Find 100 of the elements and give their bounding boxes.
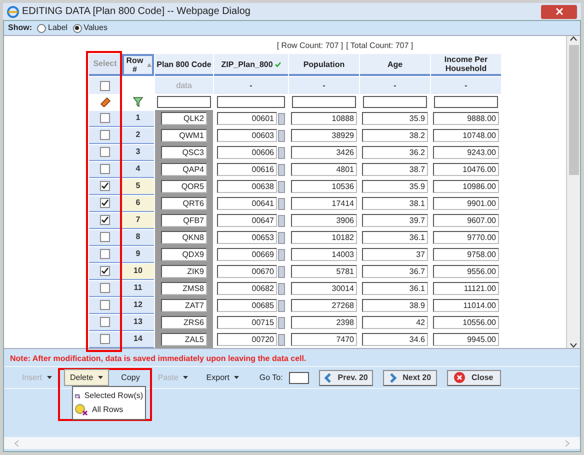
scroll-up-icon[interactable] [570, 36, 577, 41]
code-field[interactable]: QDX9 [161, 248, 207, 261]
code-field[interactable]: ZAL5 [161, 333, 207, 346]
zip-field[interactable]: 00669 [217, 248, 277, 261]
scroll-left-icon[interactable] [14, 440, 19, 446]
column-header[interactable]: Age [360, 54, 430, 76]
population-field[interactable]: 7470 [291, 333, 357, 346]
checkbox[interactable] [100, 300, 110, 310]
income-field[interactable]: 11121.00 [433, 282, 499, 295]
nav-button[interactable]: Close [446, 370, 501, 386]
spinner-icon[interactable] [278, 316, 285, 328]
zip-field[interactable]: 00616 [217, 163, 277, 176]
column-header[interactable]: Population [289, 54, 359, 76]
income-field[interactable]: 10986.00 [433, 180, 499, 193]
checkbox[interactable] [100, 181, 110, 191]
income-field[interactable]: 9243.00 [433, 146, 499, 159]
code-field[interactable]: QRT6 [161, 197, 207, 210]
population-field[interactable]: 5781 [291, 265, 357, 278]
nav-button[interactable]: Next 20 [382, 370, 437, 386]
spinner-icon[interactable] [278, 248, 285, 260]
age-field[interactable]: 38.9 [362, 299, 428, 312]
income-field[interactable]: 9607.00 [433, 214, 499, 227]
filter-input[interactable] [216, 96, 286, 108]
column-header[interactable]: ZIP_Plan_800 [214, 54, 288, 76]
spinner-icon[interactable] [278, 180, 285, 192]
column-header[interactable]: Income Per Household [431, 54, 501, 76]
checkbox[interactable] [100, 317, 110, 327]
toolbar-menu-button[interactable]: Copy [115, 369, 146, 386]
code-field[interactable]: QFB7 [161, 214, 207, 227]
age-field[interactable]: 35.9 [362, 180, 428, 193]
checkbox[interactable] [100, 266, 110, 276]
income-field[interactable]: 9888.00 [433, 112, 499, 125]
zip-field[interactable]: 00638 [217, 180, 277, 193]
spinner-icon[interactable] [278, 300, 285, 312]
nav-button[interactable]: Prev. 20 [318, 370, 373, 386]
population-field[interactable]: 14003 [291, 248, 357, 261]
checkbox[interactable] [100, 147, 110, 157]
zip-field[interactable]: 00685 [217, 299, 277, 312]
menu-item[interactable]: All Rows [73, 403, 146, 417]
age-field[interactable]: 36.7 [362, 265, 428, 278]
filter-input[interactable] [434, 96, 498, 108]
population-field[interactable]: 4801 [291, 163, 357, 176]
population-field[interactable]: 38929 [291, 129, 357, 142]
code-field[interactable]: QKN8 [161, 231, 207, 244]
toolbar-menu-button[interactable]: Export [200, 369, 246, 386]
scroll-thumb[interactable] [568, 45, 578, 175]
spinner-icon[interactable] [278, 112, 285, 124]
age-field[interactable]: 37 [362, 248, 428, 261]
population-field[interactable]: 17414 [291, 197, 357, 210]
zip-field[interactable]: 00603 [217, 129, 277, 142]
vertical-scrollbar[interactable] [566, 36, 580, 348]
zip-field[interactable]: 00641 [217, 197, 277, 210]
spinner-icon[interactable] [278, 232, 285, 244]
age-field[interactable]: 38.7 [362, 163, 428, 176]
zip-field[interactable]: 00647 [217, 214, 277, 227]
age-field[interactable]: 36.1 [362, 231, 428, 244]
income-field[interactable]: 9556.00 [433, 265, 499, 278]
age-field[interactable]: 39.7 [362, 214, 428, 227]
code-field[interactable]: QLK2 [161, 112, 207, 125]
income-field[interactable]: 9901.00 [433, 197, 499, 210]
population-field[interactable]: 3426 [291, 146, 357, 159]
age-field[interactable]: 36.2 [362, 146, 428, 159]
checkbox[interactable] [100, 283, 110, 293]
checkbox[interactable] [100, 80, 110, 90]
checkbox[interactable] [100, 198, 110, 208]
spinner-icon[interactable] [278, 198, 285, 210]
filter-input[interactable] [157, 96, 211, 108]
population-field[interactable]: 30014 [291, 282, 357, 295]
income-field[interactable]: 9945.00 [433, 333, 499, 346]
population-field[interactable]: 10536 [291, 180, 357, 193]
spinner-icon[interactable] [278, 282, 285, 294]
population-field[interactable]: 2398 [291, 316, 357, 329]
eraser-icon[interactable] [100, 97, 110, 107]
age-field[interactable]: 38.1 [362, 197, 428, 210]
filter-input[interactable] [292, 96, 356, 108]
checkbox[interactable] [100, 215, 110, 225]
code-field[interactable]: QWM1 [161, 129, 207, 142]
goto-field[interactable] [288, 372, 309, 384]
filter-icon[interactable] [133, 97, 143, 107]
code-field[interactable]: ZMS8 [161, 282, 207, 295]
radio-option[interactable]: Label [37, 22, 68, 34]
column-header[interactable]: Plan 800 Code [155, 54, 213, 76]
age-field[interactable]: 36.1 [362, 282, 428, 295]
zip-field[interactable]: 00606 [217, 146, 277, 159]
zip-field[interactable]: 00715 [217, 316, 277, 329]
income-field[interactable]: 9758.00 [433, 248, 499, 261]
code-field[interactable]: ZIK9 [161, 265, 207, 278]
checkbox[interactable] [100, 164, 110, 174]
code-field[interactable]: QOR5 [161, 180, 207, 193]
zip-field[interactable]: 00670 [217, 265, 277, 278]
income-field[interactable]: 10556.00 [433, 316, 499, 329]
code-field[interactable]: ZAT7 [161, 299, 207, 312]
income-field[interactable]: 10748.00 [433, 129, 499, 142]
spinner-icon[interactable] [278, 146, 285, 158]
code-field[interactable]: QAP4 [161, 163, 207, 176]
toolbar-menu-button[interactable]: Delete [64, 369, 110, 386]
spinner-icon[interactable] [278, 130, 285, 142]
zip-field[interactable]: 00653 [217, 231, 277, 244]
age-field[interactable]: 35.9 [362, 112, 428, 125]
spinner-icon[interactable] [278, 214, 285, 226]
